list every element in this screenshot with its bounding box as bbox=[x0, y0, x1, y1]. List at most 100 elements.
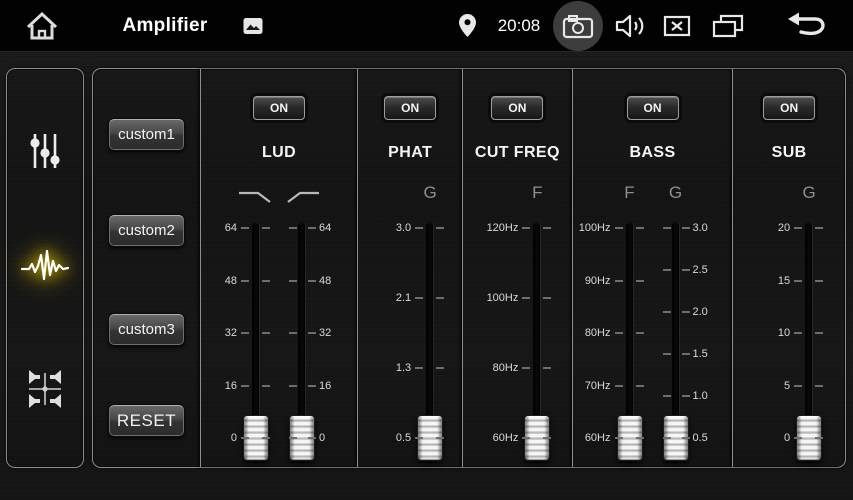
tick-label: 60Hz bbox=[482, 430, 518, 446]
channels-row: custom1 custom2 custom3 RESET ON LUD 64 4… bbox=[93, 69, 845, 467]
tick-dash bbox=[415, 367, 423, 369]
tick-dash bbox=[241, 385, 249, 387]
channel-column-sub: ON SUB G 20151050 bbox=[732, 69, 845, 467]
tick-dash bbox=[682, 227, 690, 229]
close-window-button[interactable] bbox=[660, 0, 694, 52]
tick-dash bbox=[436, 437, 444, 439]
back-button[interactable] bbox=[784, 0, 830, 52]
tick-dash bbox=[636, 227, 644, 229]
tick-label: 1.3 bbox=[375, 360, 411, 376]
volume-icon bbox=[614, 13, 646, 39]
tick-dash bbox=[615, 227, 623, 229]
tick-label: 80Hz bbox=[482, 360, 518, 376]
speaker-balance-icon bbox=[23, 367, 67, 411]
tick-label: 120Hz bbox=[482, 220, 518, 236]
tick-dash bbox=[815, 280, 823, 282]
tick-label: 2.0 bbox=[693, 304, 729, 320]
channel-on-button[interactable]: ON bbox=[384, 96, 436, 120]
sidebar-item-balance[interactable] bbox=[18, 365, 72, 413]
channel-on-button[interactable]: ON bbox=[763, 96, 815, 120]
channel-on-button[interactable]: ON bbox=[627, 96, 679, 120]
slider: G 3.02.52.01.51.00.5 bbox=[661, 179, 731, 463]
tick-dash bbox=[663, 311, 671, 313]
tick-dash bbox=[636, 332, 644, 334]
tick-dash bbox=[615, 280, 623, 282]
recents-button[interactable] bbox=[708, 0, 748, 52]
presets-column: custom1 custom2 custom3 RESET bbox=[93, 69, 200, 467]
tick-dash bbox=[522, 297, 530, 299]
tick-dash bbox=[543, 297, 551, 299]
tick-dash bbox=[615, 437, 623, 439]
equalizer-sliders-icon bbox=[26, 131, 64, 171]
tick-dash bbox=[682, 353, 690, 355]
tick-dash bbox=[289, 280, 297, 282]
tick-dash bbox=[663, 227, 671, 229]
channel-title: CUT FREQ bbox=[463, 144, 572, 162]
tick-label: 60Hz bbox=[575, 430, 611, 446]
sidebar-item-equalizer[interactable] bbox=[18, 127, 72, 175]
tick-label: 48 bbox=[319, 273, 355, 289]
tick-dash bbox=[436, 227, 444, 229]
sliders-row: G 3.02.11.30.5 bbox=[358, 179, 462, 463]
tick-dash bbox=[415, 227, 423, 229]
tick-label: 100Hz bbox=[482, 290, 518, 306]
channel-title: PHAT bbox=[358, 144, 462, 162]
custom2-button[interactable]: custom2 bbox=[108, 214, 185, 247]
tick-dash bbox=[815, 437, 823, 439]
shelf-down-icon bbox=[236, 189, 276, 205]
tick-dash bbox=[522, 367, 530, 369]
wallpaper-button[interactable] bbox=[240, 0, 266, 52]
channel-title: LUD bbox=[201, 144, 358, 162]
tick-dash bbox=[815, 385, 823, 387]
sidebar bbox=[6, 68, 84, 468]
slider: G 3.02.11.30.5 bbox=[375, 179, 445, 463]
tick-dash bbox=[289, 332, 297, 334]
tick-dash bbox=[815, 332, 823, 334]
camera-icon bbox=[562, 13, 594, 39]
tick-dash bbox=[815, 227, 823, 229]
top-bar: Amplifier 20:08 bbox=[0, 0, 853, 52]
custom1-button[interactable]: custom1 bbox=[108, 118, 185, 151]
tick-label: 48 bbox=[201, 273, 237, 289]
tick-dash bbox=[241, 332, 249, 334]
reset-button[interactable]: RESET bbox=[108, 404, 185, 437]
sidebar-item-effects[interactable] bbox=[18, 242, 72, 290]
close-window-icon bbox=[663, 14, 691, 38]
channel-on-button[interactable]: ON bbox=[253, 96, 305, 120]
tick-dash bbox=[663, 437, 671, 439]
tick-label: 32 bbox=[319, 325, 355, 341]
sliders-row: F 100Hz90Hz80Hz70Hz60Hz G 3.02.52.01.51.… bbox=[573, 179, 733, 463]
clock: 20:08 bbox=[490, 0, 548, 52]
tick-dash bbox=[262, 280, 270, 282]
tick-dash bbox=[543, 437, 551, 439]
tick-label: 2.5 bbox=[693, 262, 729, 278]
tick-label: 70Hz bbox=[575, 378, 611, 394]
tick-dash bbox=[308, 385, 316, 387]
sliders-row: 644832160 644832160 bbox=[201, 179, 358, 463]
camera-button[interactable] bbox=[553, 0, 603, 52]
tick-dash bbox=[241, 227, 249, 229]
home-button[interactable] bbox=[20, 0, 64, 52]
tick-dash bbox=[262, 227, 270, 229]
tick-dash bbox=[241, 280, 249, 282]
tick-dash bbox=[636, 280, 644, 282]
tick-label: 64 bbox=[319, 220, 355, 236]
tick-dash bbox=[663, 395, 671, 397]
tick-dash bbox=[262, 332, 270, 334]
tick-dash bbox=[308, 332, 316, 334]
volume-button[interactable] bbox=[610, 0, 650, 52]
tick-dash bbox=[615, 385, 623, 387]
custom3-button[interactable]: custom3 bbox=[108, 313, 185, 346]
tick-label: 90Hz bbox=[575, 273, 611, 289]
channel-on-button[interactable]: ON bbox=[491, 96, 543, 120]
tick-label: 0 bbox=[754, 430, 790, 446]
amplifier-panel: custom1 custom2 custom3 RESET ON LUD 64 4… bbox=[92, 68, 846, 468]
tick-label: 10 bbox=[754, 325, 790, 341]
tick-dash bbox=[682, 269, 690, 271]
channel-column-lud: ON LUD 644832160 644832160 bbox=[200, 69, 358, 467]
slider-header-label: F bbox=[615, 183, 645, 203]
channel-title: SUB bbox=[733, 144, 845, 162]
slider: G 20151050 bbox=[754, 179, 824, 463]
tick-label: 100Hz bbox=[575, 220, 611, 236]
tick-label: 20 bbox=[754, 220, 790, 236]
